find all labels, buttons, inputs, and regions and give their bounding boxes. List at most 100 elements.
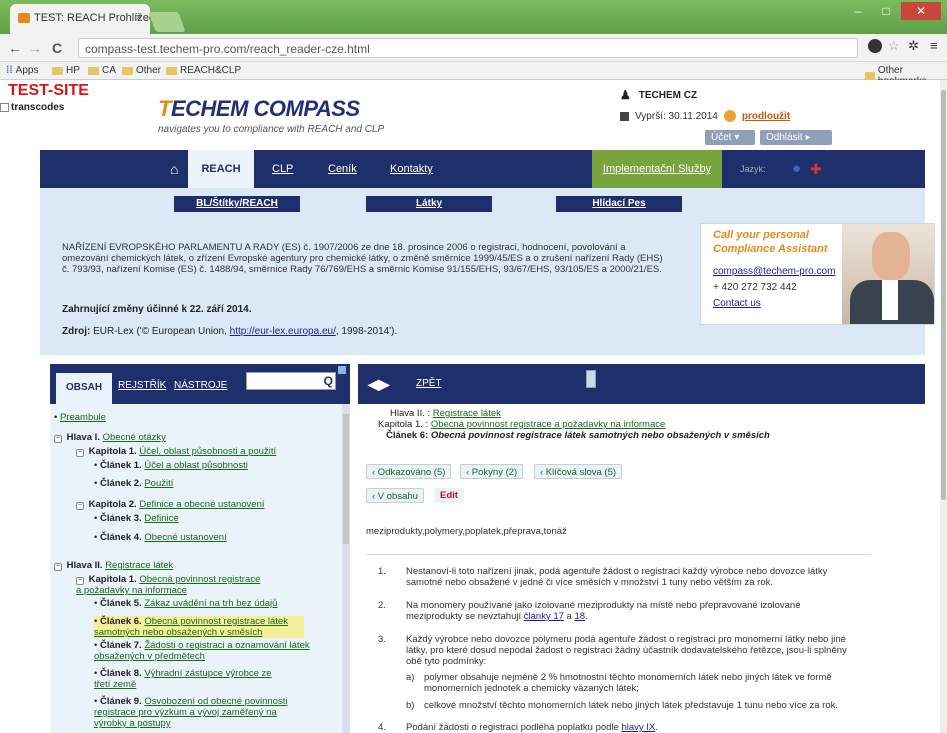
- bookmark-hp[interactable]: HP: [52, 65, 80, 76]
- close-window-button[interactable]: ✕: [901, 2, 941, 20]
- collapse-toggle-icon[interactable]: −: [76, 449, 84, 457]
- toc-scrollbar[interactable]: [342, 404, 350, 733]
- toc-item[interactable]: • Článek 4. Obecné ustanovení: [94, 532, 294, 543]
- toc-link[interactable]: Použití: [144, 478, 173, 489]
- gear-icon[interactable]: ✲: [908, 38, 919, 54]
- new-tab-button[interactable]: [148, 12, 186, 32]
- logout-button[interactable]: Odhlásit ▸: [760, 130, 832, 145]
- toc-item[interactable]: • Článek 3. Definice: [94, 513, 294, 524]
- info-icon[interactable]: [338, 366, 346, 374]
- toc-link[interactable]: Zákaz uvádění na trh bez údajů: [144, 598, 277, 609]
- collapse-toggle-icon[interactable]: −: [76, 502, 84, 510]
- renew-link[interactable]: prodloužit: [742, 111, 790, 122]
- email-link[interactable]: compass@techem-pro.com: [713, 266, 835, 277]
- bookmark-reach-clp[interactable]: REACH&CLP: [166, 65, 241, 76]
- account-button[interactable]: Účet ▾: [705, 130, 755, 145]
- tab-close-icon[interactable]: ×: [136, 12, 142, 24]
- bookmark-apps[interactable]: ⁞⁞ Apps: [6, 65, 38, 76]
- toc-item[interactable]: − Kapitola 1. Účel, oblast působnosti a …: [76, 446, 306, 457]
- tab-obsah[interactable]: OBSAH: [56, 373, 112, 404]
- link-18[interactable]: 18: [574, 611, 585, 622]
- star-icon[interactable]: ☆: [888, 38, 900, 54]
- menu-icon[interactable]: ≡: [930, 38, 938, 53]
- guidelines-button[interactable]: ‹ Pokyny (2): [460, 464, 524, 479]
- forward-button[interactable]: →: [28, 40, 42, 56]
- toc-item[interactable]: − Hlava I. Obecné otázky: [54, 432, 254, 443]
- back-link[interactable]: ZPĚT: [416, 378, 442, 389]
- nav-kontakty[interactable]: Kontakty: [390, 150, 433, 188]
- article-item-3b: b) celkové množství těchto monomerních lá…: [406, 700, 839, 711]
- link-hlavy-ix[interactable]: hlavy IX: [621, 722, 655, 733]
- bookmark-ca[interactable]: CA: [88, 65, 116, 76]
- collapse-toggle-icon[interactable]: −: [76, 577, 84, 585]
- bookmark-icon[interactable]: [586, 370, 596, 388]
- hlava-link[interactable]: Registrace látek: [433, 408, 501, 419]
- toc-item[interactable]: • Článek 8. Výhradní zástupce výrobce ze…: [94, 668, 284, 690]
- toc-link[interactable]: Definice a obecné ustanovení: [139, 499, 264, 510]
- kapitola-link[interactable]: Obecná povinnost registrace a požadavky …: [431, 419, 665, 430]
- toc-link[interactable]: Účel, oblast působnosti a použití: [139, 446, 276, 457]
- bl-stitky-reach-button[interactable]: BL/Štítky/REACH: [174, 196, 300, 212]
- toc-link[interactable]: Registrace látek: [105, 560, 173, 571]
- nav-cenik[interactable]: Ceník: [328, 150, 357, 188]
- checkbox-box[interactable]: [0, 103, 9, 112]
- tab-nastroje[interactable]: NÁSTROJE: [174, 380, 227, 391]
- bookmark-other[interactable]: Other: [122, 65, 161, 76]
- nav-arrows-icon[interactable]: ◀▶: [368, 376, 390, 393]
- toc-item[interactable]: • Článek 2. Použití: [94, 478, 294, 489]
- tab-rejstrik[interactable]: REJSTŘÍK: [118, 380, 166, 391]
- extension-icon[interactable]: [868, 39, 882, 53]
- nav-reach[interactable]: REACH: [188, 150, 254, 188]
- collapse-toggle-icon[interactable]: −: [54, 563, 62, 571]
- search-icon[interactable]: Q: [324, 374, 333, 388]
- toc-link[interactable]: Preambule: [60, 412, 106, 423]
- toc-item[interactable]: • Článek 1. Účel a oblast působnosti: [94, 460, 314, 471]
- toc-item[interactable]: • Článek 9. Osvobození od obecné povinno…: [94, 696, 294, 729]
- toc-item[interactable]: • Článek 7. Žádosti o registraci a oznam…: [94, 640, 314, 662]
- article-item-2: 2. Na monomery používané jako izolované m…: [378, 600, 801, 622]
- edit-button[interactable]: Edit: [434, 488, 464, 503]
- reload-button[interactable]: C: [52, 40, 62, 56]
- hlava-line: Hlava II. : Registrace látek: [390, 408, 501, 419]
- folder-icon: [88, 66, 99, 75]
- test-site-label: TEST-SITE: [8, 82, 89, 99]
- latky-button[interactable]: Látky: [366, 196, 492, 212]
- toc-item[interactable]: • Článek 5. Zákaz uvádění na trh bez úda…: [94, 598, 314, 609]
- toc-item[interactable]: • Preambule: [54, 412, 254, 423]
- uk-flag-icon[interactable]: ✚: [810, 150, 822, 188]
- minimize-button[interactable]: –: [845, 2, 871, 20]
- referenced-button[interactable]: ‹ Odkazováno (5): [366, 464, 452, 479]
- home-icon[interactable]: ⌂: [170, 150, 178, 188]
- banner: BL/Štítky/REACH Látky Hlídací Pes NAŘÍZE…: [40, 188, 935, 355]
- toc-item[interactable]: − Hlava II. Registrace látek: [54, 560, 254, 571]
- czech-flag-icon[interactable]: ●: [792, 150, 801, 188]
- maximize-button[interactable]: □: [873, 2, 899, 20]
- toc-item[interactable]: • Článek 6. Obecná povinnost registrace …: [94, 616, 304, 638]
- hlidaci-pes-button[interactable]: Hlídací Pes: [556, 196, 682, 212]
- toc-link[interactable]: Obecné otázky: [103, 432, 166, 443]
- keywords-button[interactable]: ‹ Klíčová slova (5): [534, 464, 623, 479]
- back-button[interactable]: ←: [8, 40, 22, 56]
- in-contents-button[interactable]: ‹ V obsahu: [366, 488, 424, 503]
- address-bar[interactable]: compass-test.techem-pro.com/reach_reader…: [78, 38, 858, 58]
- transcodes-checkbox[interactable]: transcodes: [0, 102, 64, 113]
- nav-implementacni-sluzby[interactable]: Implementační Služby: [592, 150, 722, 188]
- toc-item[interactable]: − Kapitola 2. Definice a obecné ustanove…: [76, 499, 306, 510]
- toc-link[interactable]: Účel a oblast působnosti: [144, 460, 248, 471]
- toc-item[interactable]: − Kapitola 1. Obecná povinnost registrac…: [76, 574, 266, 596]
- toc-link[interactable]: Obecné ustanovení: [144, 532, 226, 543]
- nav-clp[interactable]: CLP: [272, 150, 293, 188]
- main-nav: ⌂ REACH CLP Ceník Kontakty Implementační…: [40, 150, 925, 188]
- call-heading: Call your personal Compliance Assistant: [713, 229, 828, 255]
- contact-us-link[interactable]: Contact us: [713, 298, 761, 309]
- techem-compass-logo[interactable]: TECHEM COMPASS: [158, 96, 360, 122]
- browser-tab[interactable]: TEST: REACH Prohlížeč Ze ×: [10, 4, 150, 34]
- divider: [366, 554, 871, 555]
- source-note: Zdroj: EUR-Lex ('© European Union, http:…: [62, 326, 398, 337]
- toc-link[interactable]: Definice: [144, 513, 178, 524]
- eur-lex-link[interactable]: http://eur-lex.europa.eu/: [230, 326, 336, 337]
- link-clanky-17[interactable]: články 17: [524, 611, 564, 622]
- search-input[interactable]: Q: [246, 372, 336, 390]
- collapse-toggle-icon[interactable]: −: [54, 435, 62, 443]
- page-scrollbar[interactable]: [940, 80, 947, 733]
